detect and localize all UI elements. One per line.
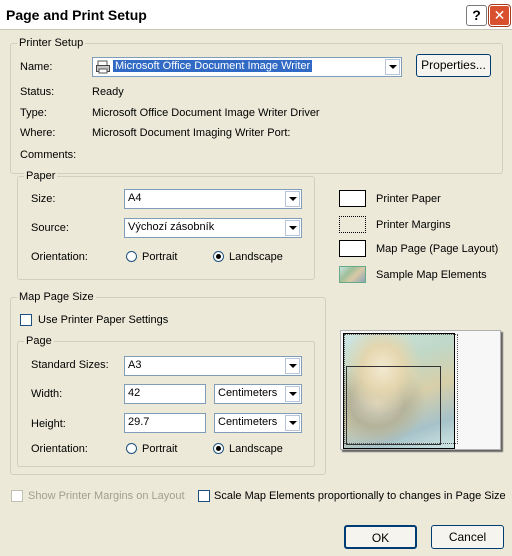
window-title: Page and Print Setup xyxy=(6,7,147,23)
chevron-down-icon[interactable] xyxy=(285,415,300,431)
width-unit-dropdown[interactable]: Centimeters xyxy=(214,384,302,404)
paper-legend: Paper xyxy=(24,170,58,182)
sample-map-elements-swatch xyxy=(339,266,366,283)
chevron-down-icon[interactable] xyxy=(385,59,400,75)
comments-label: Comments: xyxy=(20,149,77,161)
page-landscape-radio[interactable] xyxy=(213,443,224,454)
help-button[interactable]: ? xyxy=(466,5,487,26)
chevron-down-icon[interactable] xyxy=(285,191,300,207)
where-value: Microsoft Document Imaging Writer Port: xyxy=(92,127,291,139)
printer-name-label: Name: xyxy=(20,61,53,73)
printer-setup-legend: Printer Setup xyxy=(17,37,86,49)
standard-sizes-value: A3 xyxy=(128,359,142,371)
paper-source-dropdown[interactable]: Výchozí zásobník xyxy=(124,218,302,238)
properties-button[interactable]: Properties... xyxy=(416,54,491,77)
page-portrait-label[interactable]: Portrait xyxy=(142,443,177,455)
status-label: Status: xyxy=(20,86,55,98)
scale-map-elements-checkbox[interactable] xyxy=(198,490,210,502)
use-printer-paper-label[interactable]: Use Printer Paper Settings xyxy=(38,314,168,326)
paper-portrait-label[interactable]: Portrait xyxy=(142,251,177,263)
where-label: Where: xyxy=(20,127,56,139)
paper-landscape-label[interactable]: Landscape xyxy=(229,251,283,263)
title-bar: Page and Print Setup ? ✕ xyxy=(0,0,512,30)
close-button[interactable]: ✕ xyxy=(489,5,510,26)
page-portrait-radio[interactable] xyxy=(126,443,137,454)
page-landscape-label[interactable]: Landscape xyxy=(229,443,283,455)
paper-portrait-radio[interactable] xyxy=(126,251,137,262)
width-unit-value: Centimeters xyxy=(218,387,278,399)
paper-source-value: Výchozí zásobník xyxy=(128,221,215,233)
legend-item-printer-margins: Printer Margins xyxy=(376,219,451,231)
paper-size-label: Size: xyxy=(31,193,56,205)
chevron-down-icon[interactable] xyxy=(285,358,300,374)
height-input[interactable]: 29.7 xyxy=(124,413,206,433)
chevron-down-icon[interactable] xyxy=(285,220,300,236)
standard-sizes-label: Standard Sizes: xyxy=(31,359,109,371)
width-label: Width: xyxy=(31,388,63,400)
paper-size-value: A4 xyxy=(128,192,142,204)
paper-orientation-label: Orientation: xyxy=(31,251,88,263)
paper-source-label: Source: xyxy=(31,222,69,234)
type-label: Type: xyxy=(20,107,47,119)
chevron-down-icon[interactable] xyxy=(285,386,300,402)
legend-item-sample-map-elements: Sample Map Elements xyxy=(376,269,487,281)
paper-size-dropdown[interactable]: A4 xyxy=(124,189,302,209)
map-page-swatch xyxy=(339,240,366,257)
height-unit-dropdown[interactable]: Centimeters xyxy=(214,413,302,433)
width-input[interactable]: 42 xyxy=(124,384,206,404)
height-value: 29.7 xyxy=(128,416,150,428)
ok-button[interactable]: OK xyxy=(344,525,417,549)
standard-sizes-dropdown[interactable]: A3 xyxy=(124,356,302,376)
show-printer-margins-checkbox[interactable] xyxy=(11,490,23,502)
legend-item-map-page: Map Page (Page Layout) xyxy=(376,243,499,255)
width-value: 42 xyxy=(128,387,141,399)
printer-paper-swatch xyxy=(339,190,366,207)
printer-name-dropdown[interactable]: Microsoft Office Document Image Writer xyxy=(92,57,402,77)
type-value: Microsoft Office Document Image Writer D… xyxy=(92,107,320,119)
use-printer-paper-checkbox[interactable] xyxy=(20,314,32,326)
page-legend: Page xyxy=(24,335,54,347)
printer-margins-swatch xyxy=(339,216,366,233)
legend-item-printer-paper: Printer Paper xyxy=(376,193,441,205)
printer-name-value: Microsoft Office Document Image Writer xyxy=(113,60,313,72)
paper-landscape-radio[interactable] xyxy=(213,251,224,262)
height-label: Height: xyxy=(31,418,66,430)
printer-icon xyxy=(96,60,110,74)
page-orientation-label: Orientation: xyxy=(31,443,88,455)
scale-map-elements-label[interactable]: Scale Map Elements proportionally to cha… xyxy=(214,490,506,502)
cancel-button[interactable]: Cancel xyxy=(431,525,504,549)
show-printer-margins-label[interactable]: Show Printer Margins on Layout xyxy=(28,490,185,502)
height-unit-value: Centimeters xyxy=(218,416,278,428)
map-page-size-legend: Map Page Size xyxy=(17,291,96,303)
status-value: Ready xyxy=(92,86,124,98)
preview-sample-map-element xyxy=(346,366,441,445)
